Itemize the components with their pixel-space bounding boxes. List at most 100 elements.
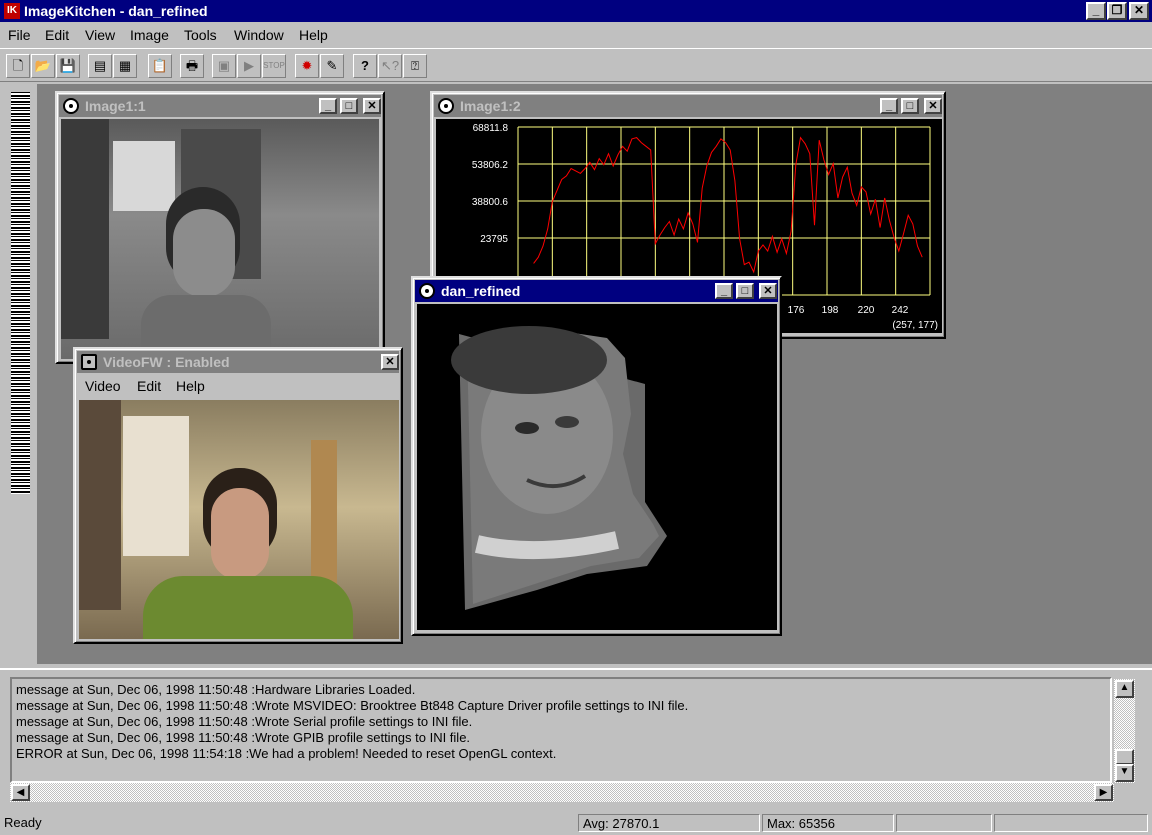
status-panel-empty xyxy=(896,814,992,832)
stop-icon[interactable]: STOP xyxy=(262,54,286,78)
face xyxy=(173,209,235,297)
videofw-title-bar[interactable]: VideoFW : Enabled ✕ xyxy=(77,351,399,373)
new-file-icon[interactable]: 🗋 xyxy=(6,54,30,78)
image1-2-title-bar[interactable]: Image1:2 _ □ ✕ xyxy=(434,95,942,117)
menu-edit[interactable]: Edit xyxy=(45,27,69,43)
color-camera-image xyxy=(79,400,399,639)
videofw-menu-bar: Video Edit Help xyxy=(77,375,399,397)
x-tick-label: 220 xyxy=(858,305,875,316)
menu-edit[interactable]: Edit xyxy=(137,378,161,394)
maximize-button[interactable]: □ xyxy=(901,98,919,114)
status-ready: Ready xyxy=(4,815,42,830)
image1-1-window[interactable]: Image1:1 _ □ ✕ xyxy=(55,91,385,364)
play-icon[interactable]: ▶ xyxy=(237,54,261,78)
videofw-title: VideoFW : Enabled xyxy=(103,354,230,370)
dan-refined-title-bar[interactable]: dan_refined _ □ ✕ xyxy=(415,280,778,302)
scroll-thumb[interactable] xyxy=(1115,749,1134,765)
menu-help[interactable]: Help xyxy=(176,378,205,394)
whiteboard xyxy=(123,416,189,556)
context-help-icon[interactable]: ↖? xyxy=(378,54,402,78)
close-button[interactable]: ✕ xyxy=(381,354,399,370)
print-icon[interactable]: 🖶 xyxy=(180,54,204,78)
log-line: message at Sun, Dec 06, 1998 11:50:48 :W… xyxy=(16,714,473,729)
x-tick-label: 198 xyxy=(822,305,839,316)
maximize-button[interactable]: □ xyxy=(736,283,754,299)
image1-1-title-bar[interactable]: Image1:1 _ □ ✕ xyxy=(59,95,381,117)
series-line xyxy=(533,136,923,274)
status-avg: Avg: 27870.1 xyxy=(578,814,760,832)
video-camera-icon xyxy=(81,354,97,370)
menu-help[interactable]: Help xyxy=(299,27,328,43)
menu-view[interactable]: View xyxy=(85,27,115,43)
minimize-button[interactable]: _ xyxy=(715,283,733,299)
log-line: message at Sun, Dec 06, 1998 11:50:48 :W… xyxy=(16,730,471,745)
app-logo-icon: IK xyxy=(4,3,20,19)
menu-tools[interactable]: Tools xyxy=(184,27,217,43)
scroll-down-arrow-icon[interactable]: ▼ xyxy=(1115,764,1134,782)
close-button[interactable]: ✕ xyxy=(924,98,942,114)
minimize-button[interactable]: _ xyxy=(319,98,337,114)
face-mesh xyxy=(451,326,667,610)
y-tick-label: 38800.6 xyxy=(472,197,509,208)
menu-video[interactable]: Video xyxy=(85,378,121,394)
scroll-left-arrow-icon[interactable]: ◀ xyxy=(11,784,30,801)
app-title: ImageKitchen - dan_refined xyxy=(24,3,208,19)
acquire-icon[interactable]: ✎ xyxy=(320,54,344,78)
minimize-button[interactable]: _ xyxy=(880,98,898,114)
image1-1-title: Image1:1 xyxy=(85,98,146,114)
dan-refined-title: dan_refined xyxy=(441,283,521,299)
toolbar: 🗋 📂 💾 ▤ ▦ 📋 🖶 ▣ ▶ STOP ✹ ✎ ? ↖? ⍰ xyxy=(0,48,1152,82)
door xyxy=(311,440,337,590)
help-icon[interactable]: ? xyxy=(353,54,377,78)
close-button[interactable]: ✕ xyxy=(363,98,381,114)
y-tick-label: 53806.2 xyxy=(472,160,509,171)
message-log[interactable]: message at Sun, Dec 06, 1998 11:50:48 :H… xyxy=(10,677,1112,783)
log-line: ERROR at Sun, Dec 06, 1998 11:54:18 :We … xyxy=(16,746,557,761)
x-tick-label: 176 xyxy=(788,305,805,316)
whiteboard xyxy=(113,141,175,211)
eye-icon xyxy=(438,98,454,114)
status-bar: Ready Avg: 27870.1 Max: 65356 xyxy=(0,812,1152,835)
properties-icon[interactable]: ▤ xyxy=(88,54,112,78)
eye-icon xyxy=(63,98,79,114)
status-max: Max: 65356 xyxy=(762,814,894,832)
maximize-button[interactable]: □ xyxy=(340,98,358,114)
log-vertical-scrollbar[interactable]: ▲ ▼ xyxy=(1114,679,1135,783)
barcode-strip xyxy=(11,92,30,494)
camera-icon[interactable]: ▣ xyxy=(212,54,236,78)
paste-icon[interactable]: 📋 xyxy=(148,54,172,78)
scroll-right-arrow-icon[interactable]: ▶ xyxy=(1094,784,1113,801)
light-icon[interactable]: ✹ xyxy=(295,54,319,78)
dan-refined-window[interactable]: dan_refined _ □ ✕ xyxy=(411,276,782,636)
image1-2-title: Image1:2 xyxy=(460,98,521,114)
close-button[interactable]: ✕ xyxy=(1129,2,1149,20)
videofw-window[interactable]: VideoFW : Enabled ✕ Video Edit Help xyxy=(73,347,403,644)
menu-window[interactable]: Window xyxy=(234,27,284,43)
restore-button[interactable]: ❐ xyxy=(1107,2,1127,20)
settings-icon[interactable]: ▦ xyxy=(113,54,137,78)
coordinate-readout: (257, 177) xyxy=(892,320,938,331)
log-horizontal-scrollbar[interactable]: ◀ ▶ xyxy=(10,783,1114,802)
y-tick-label: 23795 xyxy=(480,234,508,245)
y-tick-label: 68811.8 xyxy=(473,123,509,134)
menu-image[interactable]: Image xyxy=(130,27,169,43)
log-line: message at Sun, Dec 06, 1998 11:50:48 :H… xyxy=(16,682,416,697)
bookshelf xyxy=(79,400,121,610)
save-disk-icon[interactable]: 💾 xyxy=(56,54,80,78)
close-button[interactable]: ✕ xyxy=(759,283,777,299)
menu-file[interactable]: File xyxy=(8,27,31,43)
3d-face-render xyxy=(417,304,777,630)
open-folder-icon[interactable]: 📂 xyxy=(31,54,55,78)
scroll-up-arrow-icon[interactable]: ▲ xyxy=(1115,680,1134,698)
eye-icon xyxy=(419,283,435,299)
green-shirt xyxy=(143,576,353,639)
log-line: message at Sun, Dec 06, 1998 11:50:48 :W… xyxy=(16,698,689,713)
face xyxy=(211,488,269,580)
x-tick-label: 242 xyxy=(892,305,909,316)
app-title-bar[interactable]: IK ImageKitchen - dan_refined _ ❐ ✕ xyxy=(0,0,1152,22)
grayscale-camera-image xyxy=(61,119,379,359)
minimize-button[interactable]: _ xyxy=(1086,2,1106,20)
bookshelf xyxy=(61,119,109,339)
whats-this-icon[interactable]: ⍰ xyxy=(403,54,427,78)
status-panel-empty xyxy=(994,814,1148,832)
